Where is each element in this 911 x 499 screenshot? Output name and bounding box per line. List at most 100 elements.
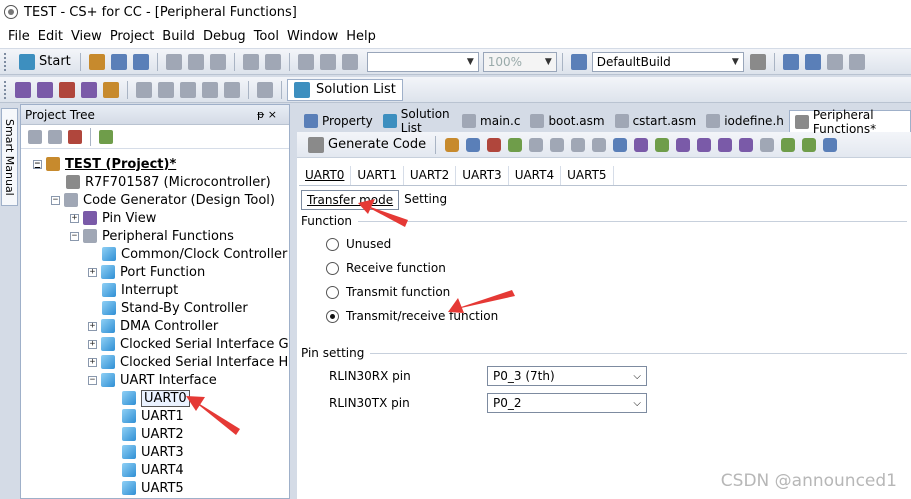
- zoom-combo[interactable]: 100% ▼: [482, 51, 557, 72]
- pane-splitter[interactable]: [290, 104, 297, 499]
- tab-property[interactable]: Property: [299, 110, 378, 132]
- timer-icon[interactable]: [675, 137, 690, 152]
- tx-pin-select[interactable]: P0_2 ⌵: [487, 393, 647, 413]
- tree-node-uart2[interactable]: UART2: [122, 425, 184, 443]
- radio-button-selected[interactable]: [326, 309, 339, 323]
- tree-node-pin-view[interactable]: + Pin View: [70, 209, 156, 227]
- menu-build[interactable]: Build: [158, 29, 199, 44]
- peripheral-tool-icon[interactable]: [549, 137, 564, 152]
- tree-node-uart0[interactable]: UART0: [122, 389, 190, 407]
- find-in-files-icon[interactable]: [319, 53, 336, 70]
- toolbar-grip[interactable]: [4, 80, 8, 99]
- window-icon[interactable]: [257, 81, 273, 98]
- peripheral-tool-icon[interactable]: [759, 137, 774, 152]
- find-icon[interactable]: [297, 53, 314, 70]
- radio-button[interactable]: [326, 261, 339, 275]
- replace-icon[interactable]: [341, 53, 358, 70]
- solution-list-button[interactable]: Solution List: [287, 78, 403, 101]
- radio-transmit[interactable]: Transmit function: [326, 285, 450, 299]
- toolbar-grip[interactable]: [4, 52, 8, 71]
- collapse-icon[interactable]: −: [70, 231, 79, 241]
- peripheral-tool-icon[interactable]: [780, 137, 795, 152]
- tab-cstart-asm[interactable]: cstart.asm: [610, 110, 702, 132]
- tab-solution-list[interactable]: Solution List: [378, 107, 457, 135]
- menu-file[interactable]: File: [4, 29, 34, 44]
- tree-node-standby[interactable]: Stand-By Controller: [102, 299, 248, 317]
- tree-node-uart4[interactable]: UART4: [122, 461, 184, 479]
- tree-node-uart5[interactable]: UART5: [122, 479, 184, 497]
- tab-transfer-mode[interactable]: Transfer mode: [301, 190, 400, 210]
- peripheral-tool-icon[interactable]: [444, 137, 459, 152]
- tree-node-clock[interactable]: Common/Clock Controller: [102, 245, 287, 263]
- uncomment-icon[interactable]: [158, 81, 174, 98]
- collapse-icon[interactable]: −: [33, 159, 42, 169]
- tree-node-peripheral-functions[interactable]: − Peripheral Functions: [70, 227, 234, 245]
- smart-manual-tab[interactable]: Smart Manual: [1, 108, 18, 206]
- expand-icon[interactable]: +: [88, 321, 97, 331]
- counter-icon[interactable]: [822, 137, 837, 152]
- save-icon[interactable]: [110, 53, 127, 70]
- undo-icon[interactable]: [242, 53, 259, 70]
- timer-icon[interactable]: [738, 137, 753, 152]
- peripheral-tool-icon[interactable]: [570, 137, 585, 152]
- tree-node-dma[interactable]: + DMA Controller: [88, 317, 218, 335]
- tab-uart3[interactable]: UART3: [456, 166, 509, 185]
- pin-close-icons[interactable]: ᵽ ×: [257, 108, 277, 121]
- menu-tool[interactable]: Tool: [250, 29, 283, 44]
- debug-tool-icon[interactable]: [15, 81, 31, 98]
- tab-boot-asm[interactable]: boot.asm: [525, 110, 609, 132]
- menu-edit[interactable]: Edit: [34, 29, 67, 44]
- peripheral-tool-icon[interactable]: [528, 137, 543, 152]
- tab-setting[interactable]: Setting: [399, 190, 452, 210]
- tree-node-uart-interface[interactable]: − UART Interface: [88, 371, 217, 389]
- radio-button[interactable]: [326, 285, 339, 299]
- tree-node-csig[interactable]: + Clocked Serial Interface G: [88, 335, 289, 353]
- connect-icon[interactable]: [37, 81, 53, 98]
- radio-button[interactable]: [326, 237, 339, 251]
- bookmark-prev-icon[interactable]: [224, 81, 240, 98]
- tab-uart4[interactable]: UART4: [509, 166, 562, 185]
- menu-debug[interactable]: Debug: [199, 29, 250, 44]
- build-debug-icon[interactable]: [103, 81, 119, 98]
- tree-node-port-function[interactable]: + Port Function: [88, 263, 205, 281]
- tree-node-microcontroller[interactable]: R7F701587 (Microcontroller): [66, 173, 271, 191]
- timer-icon[interactable]: [696, 137, 711, 152]
- radio-unused[interactable]: Unused: [326, 237, 391, 251]
- build-config-combo[interactable]: DefaultBuild ▼: [591, 51, 744, 72]
- tree-node-interrupt[interactable]: Interrupt: [102, 281, 178, 299]
- tab-main-c[interactable]: main.c: [457, 110, 525, 132]
- radio-receive[interactable]: Receive function: [326, 261, 446, 275]
- user-icon[interactable]: [68, 129, 82, 144]
- start-button[interactable]: Start: [12, 53, 75, 70]
- peripheral-tool-icon[interactable]: [654, 137, 669, 152]
- tree-node-uart3[interactable]: UART3: [122, 443, 184, 461]
- peripheral-tool-icon[interactable]: [486, 137, 501, 152]
- peripheral-tool-icon[interactable]: [591, 137, 606, 152]
- new-file-icon[interactable]: [88, 53, 105, 70]
- expand-icon[interactable]: +: [70, 213, 79, 223]
- paste-icon[interactable]: [209, 53, 226, 70]
- peripheral-tool-icon[interactable]: [465, 137, 480, 152]
- tree-node-code-generator[interactable]: − Code Generator (Design Tool): [51, 191, 275, 209]
- generate-code-button[interactable]: Generate Code: [301, 136, 430, 153]
- expand-icon[interactable]: +: [88, 339, 97, 349]
- tab-uart0[interactable]: UART0: [299, 166, 352, 185]
- redo-icon[interactable]: [264, 53, 281, 70]
- stop-icon[interactable]: [848, 53, 865, 70]
- menu-help[interactable]: Help: [342, 29, 380, 44]
- timer-icon[interactable]: [717, 137, 732, 152]
- comment-icon[interactable]: [136, 81, 152, 98]
- tree-node-project[interactable]: − TEST (Project)*: [33, 155, 176, 173]
- cut-icon[interactable]: [165, 53, 182, 70]
- save-all-icon[interactable]: [132, 53, 149, 70]
- search-combo[interactable]: ▼: [366, 51, 479, 72]
- tab-uart2[interactable]: UART2: [404, 166, 457, 185]
- tab-uart5[interactable]: UART5: [561, 166, 614, 185]
- tab-peripheral-functions[interactable]: Peripheral Functions*: [788, 108, 911, 136]
- disconnect-icon[interactable]: [59, 81, 75, 98]
- peripheral-tool-icon[interactable]: [801, 137, 816, 152]
- collapse-icon[interactable]: −: [88, 375, 97, 385]
- property-icon[interactable]: [48, 129, 62, 144]
- download-icon[interactable]: [782, 53, 799, 70]
- peripheral-tool-icon[interactable]: [507, 137, 522, 152]
